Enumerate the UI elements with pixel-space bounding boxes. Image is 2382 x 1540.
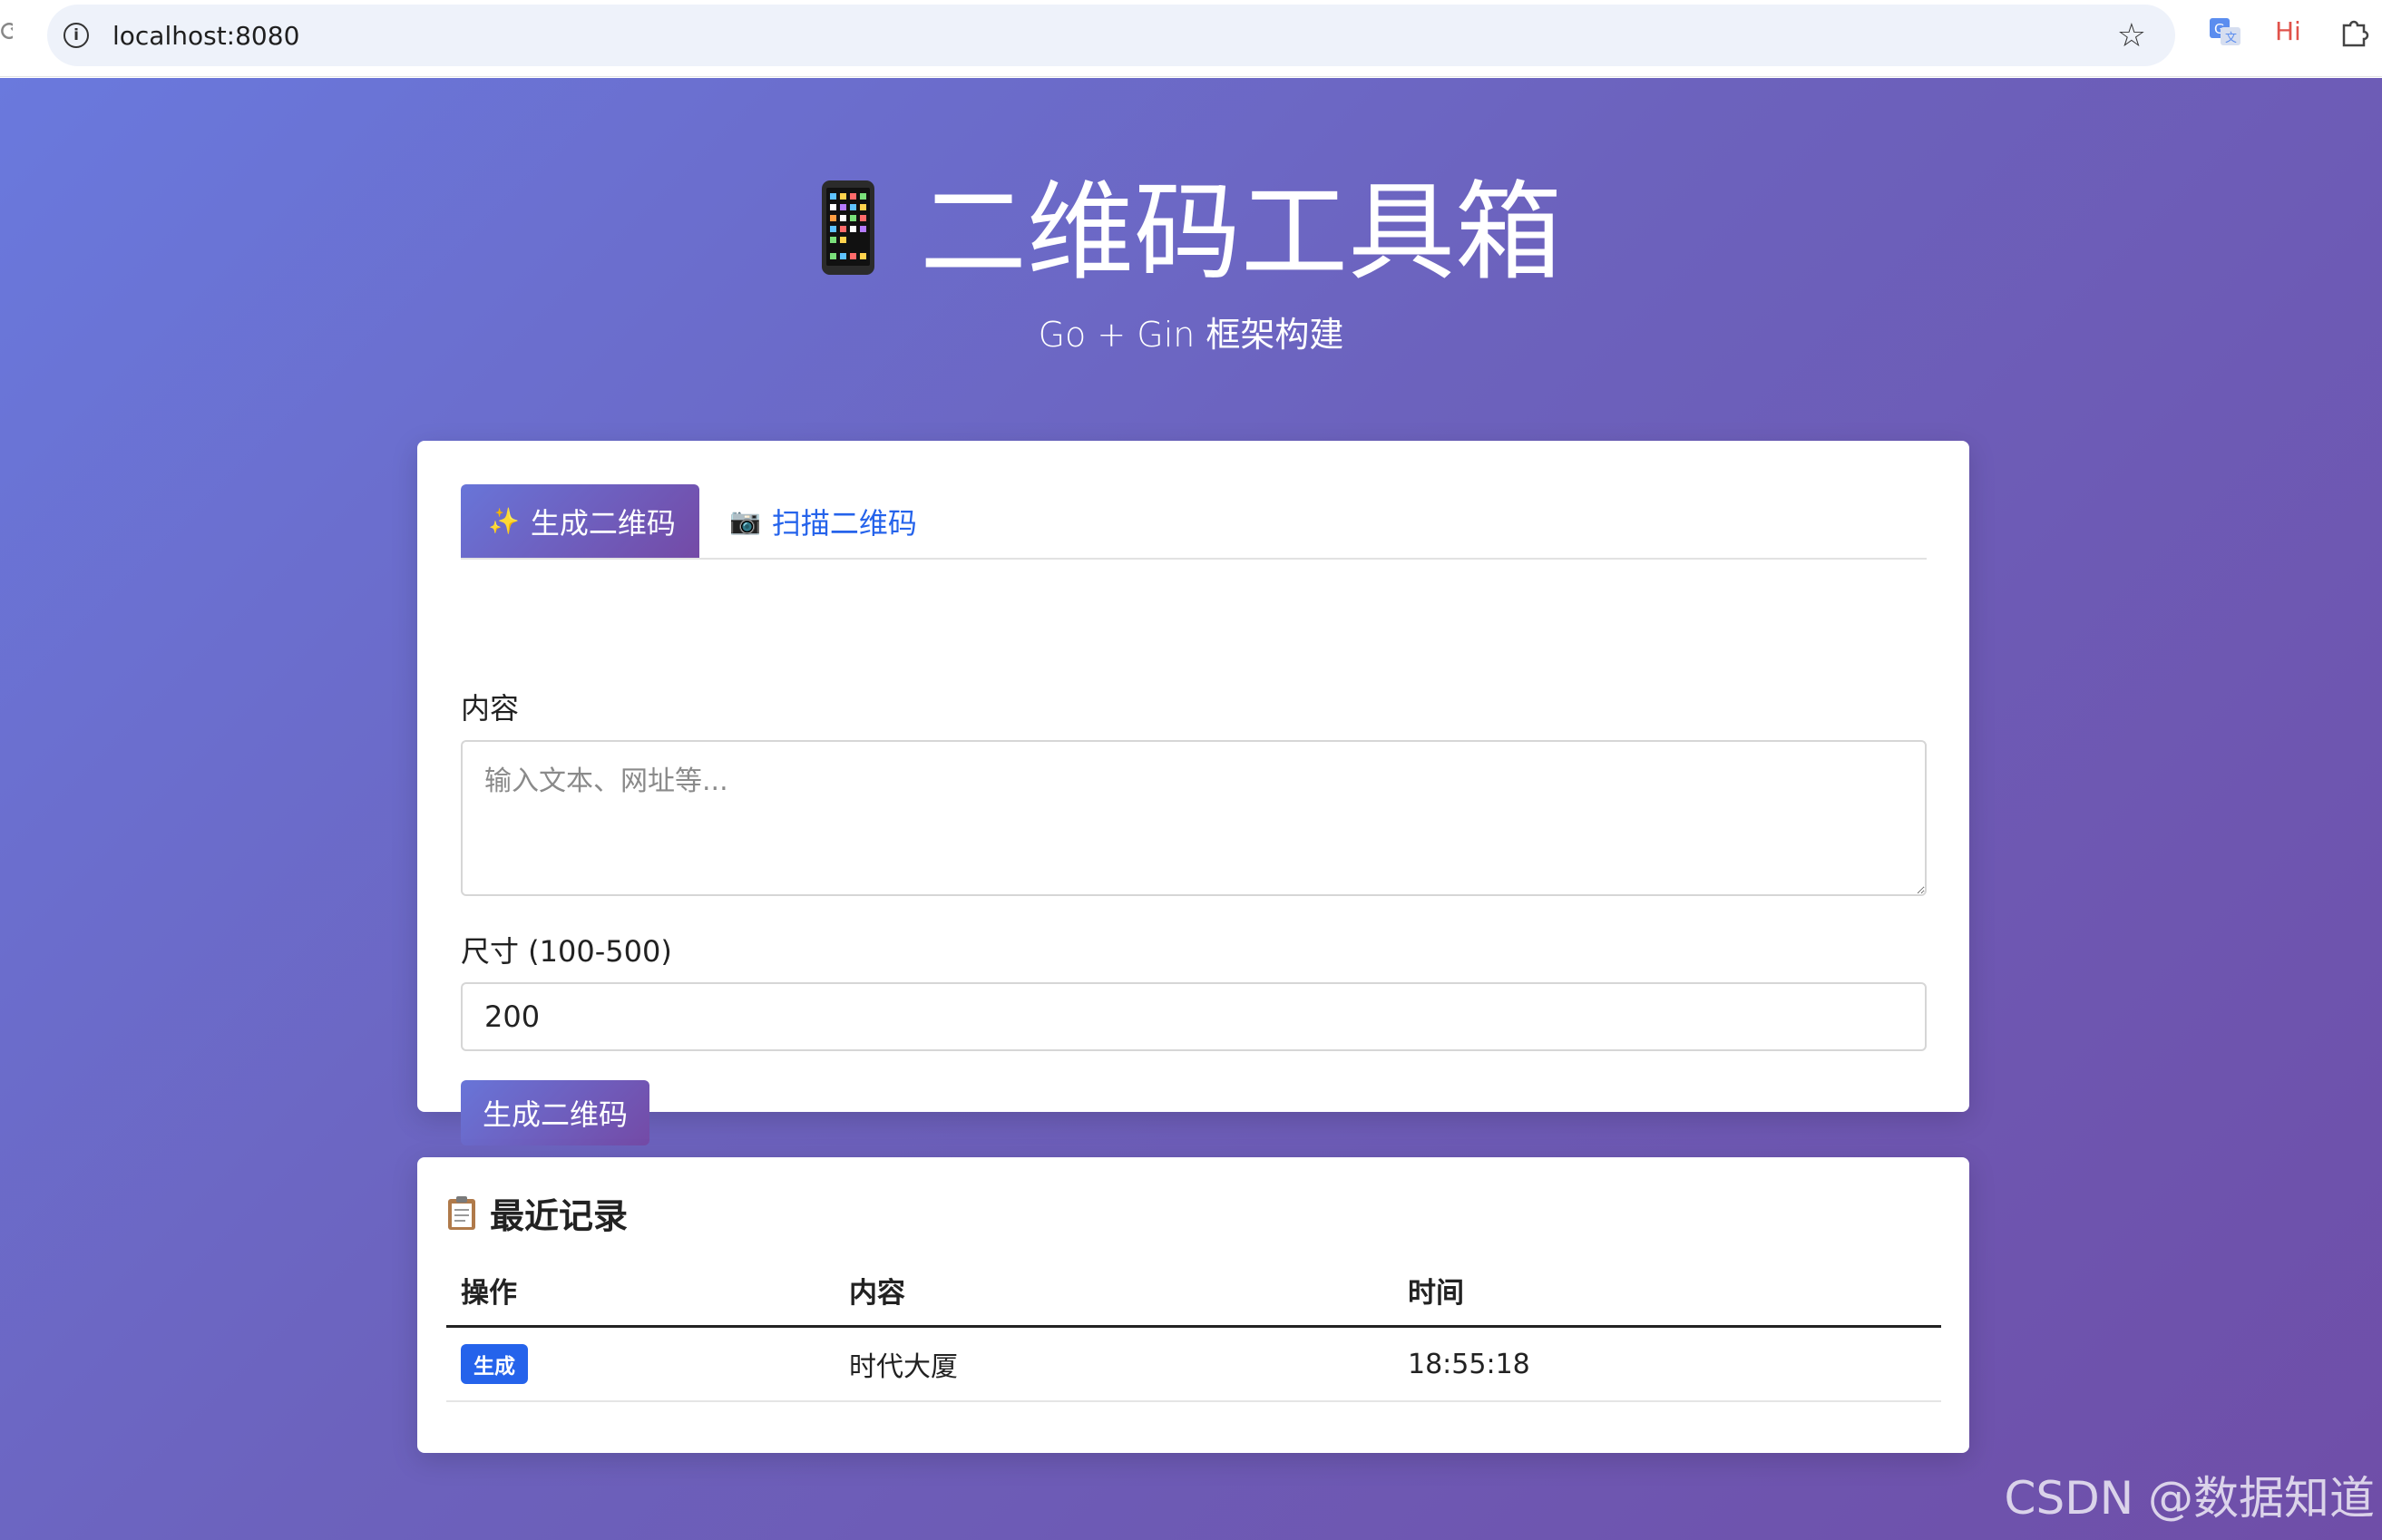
browser-toolbar: ⟳ i localhost:8080 ☆ G 文 Hi [0,0,2382,77]
column-header-content: 内容 [849,1277,905,1310]
column-header-action: 操作 [461,1277,517,1310]
page-title-text: 二维码工具箱 [919,170,1562,295]
tab-generate-label: 生成二维码 [530,505,676,541]
camera-icon: 📷 [729,506,761,536]
table-header: 操作 内容 时间 [446,1255,1941,1328]
url-text[interactable]: localhost:8080 [112,21,299,51]
tab-scan-label: 扫描二维码 [771,505,917,541]
size-input[interactable] [461,982,1927,1051]
history-card: 最近记录 操作 内容 时间 生成 时代大厦 18:55:18 [417,1157,1969,1453]
watermark: CSDN @数据知道 [2004,1472,2375,1525]
table-row: 生成 时代大厦 18:55:18 [446,1328,1941,1402]
sparkles-icon: ✨ [488,506,520,536]
content-textarea[interactable] [461,740,1927,896]
action-cell: 生成 [461,1328,528,1400]
tab-scan-qr[interactable]: 📷 扫描二维码 [729,484,917,558]
time-cell: 18:55:18 [1408,1348,1530,1380]
translate-icon[interactable]: G 文 [2210,18,2240,45]
extensions-puzzle-icon[interactable] [2338,16,2369,47]
svg-text:文: 文 [2225,32,2237,45]
generate-qr-button[interactable]: 生成二维码 [461,1080,649,1145]
hi-extension-icon[interactable]: Hi [2275,16,2301,46]
generator-card: ✨ 生成二维码 📷 扫描二维码 内容 尺寸 (100-500) 生成二维码 [417,441,1969,1145]
reload-icon[interactable]: ⟳ [0,16,13,48]
action-badge: 生成 [461,1344,528,1384]
page-subtitle: Go + Gin 框架构建 [1038,315,1344,355]
clipboard-icon [448,1195,475,1230]
site-info-icon[interactable]: i [63,23,89,48]
tab-generate-qr[interactable]: ✨ 生成二维码 [461,484,699,558]
tab-bar: ✨ 生成二维码 📷 扫描二维码 [461,484,1927,560]
content-label: 内容 [461,691,520,726]
history-title: 最近记录 [446,1188,628,1238]
column-header-time: 时间 [1408,1277,1464,1310]
history-table: 操作 内容 时间 生成 时代大厦 18:55:18 [446,1255,1941,1402]
bookmark-star-icon[interactable]: ☆ [2117,17,2146,54]
page-background: 二维码工具箱 Go + Gin 框架构建 ✨ 生成二维码 📷 扫描二维码 内容 … [0,78,2382,1540]
content-cell: 时代大厦 [849,1351,958,1383]
size-label: 尺寸 (100-500) [461,934,672,969]
mobile-phone-icon [821,180,874,275]
page-title: 二维码工具箱 [0,169,2382,297]
address-bar[interactable]: i localhost:8080 ☆ [47,5,2175,66]
history-title-text: 最近记录 [490,1196,629,1236]
